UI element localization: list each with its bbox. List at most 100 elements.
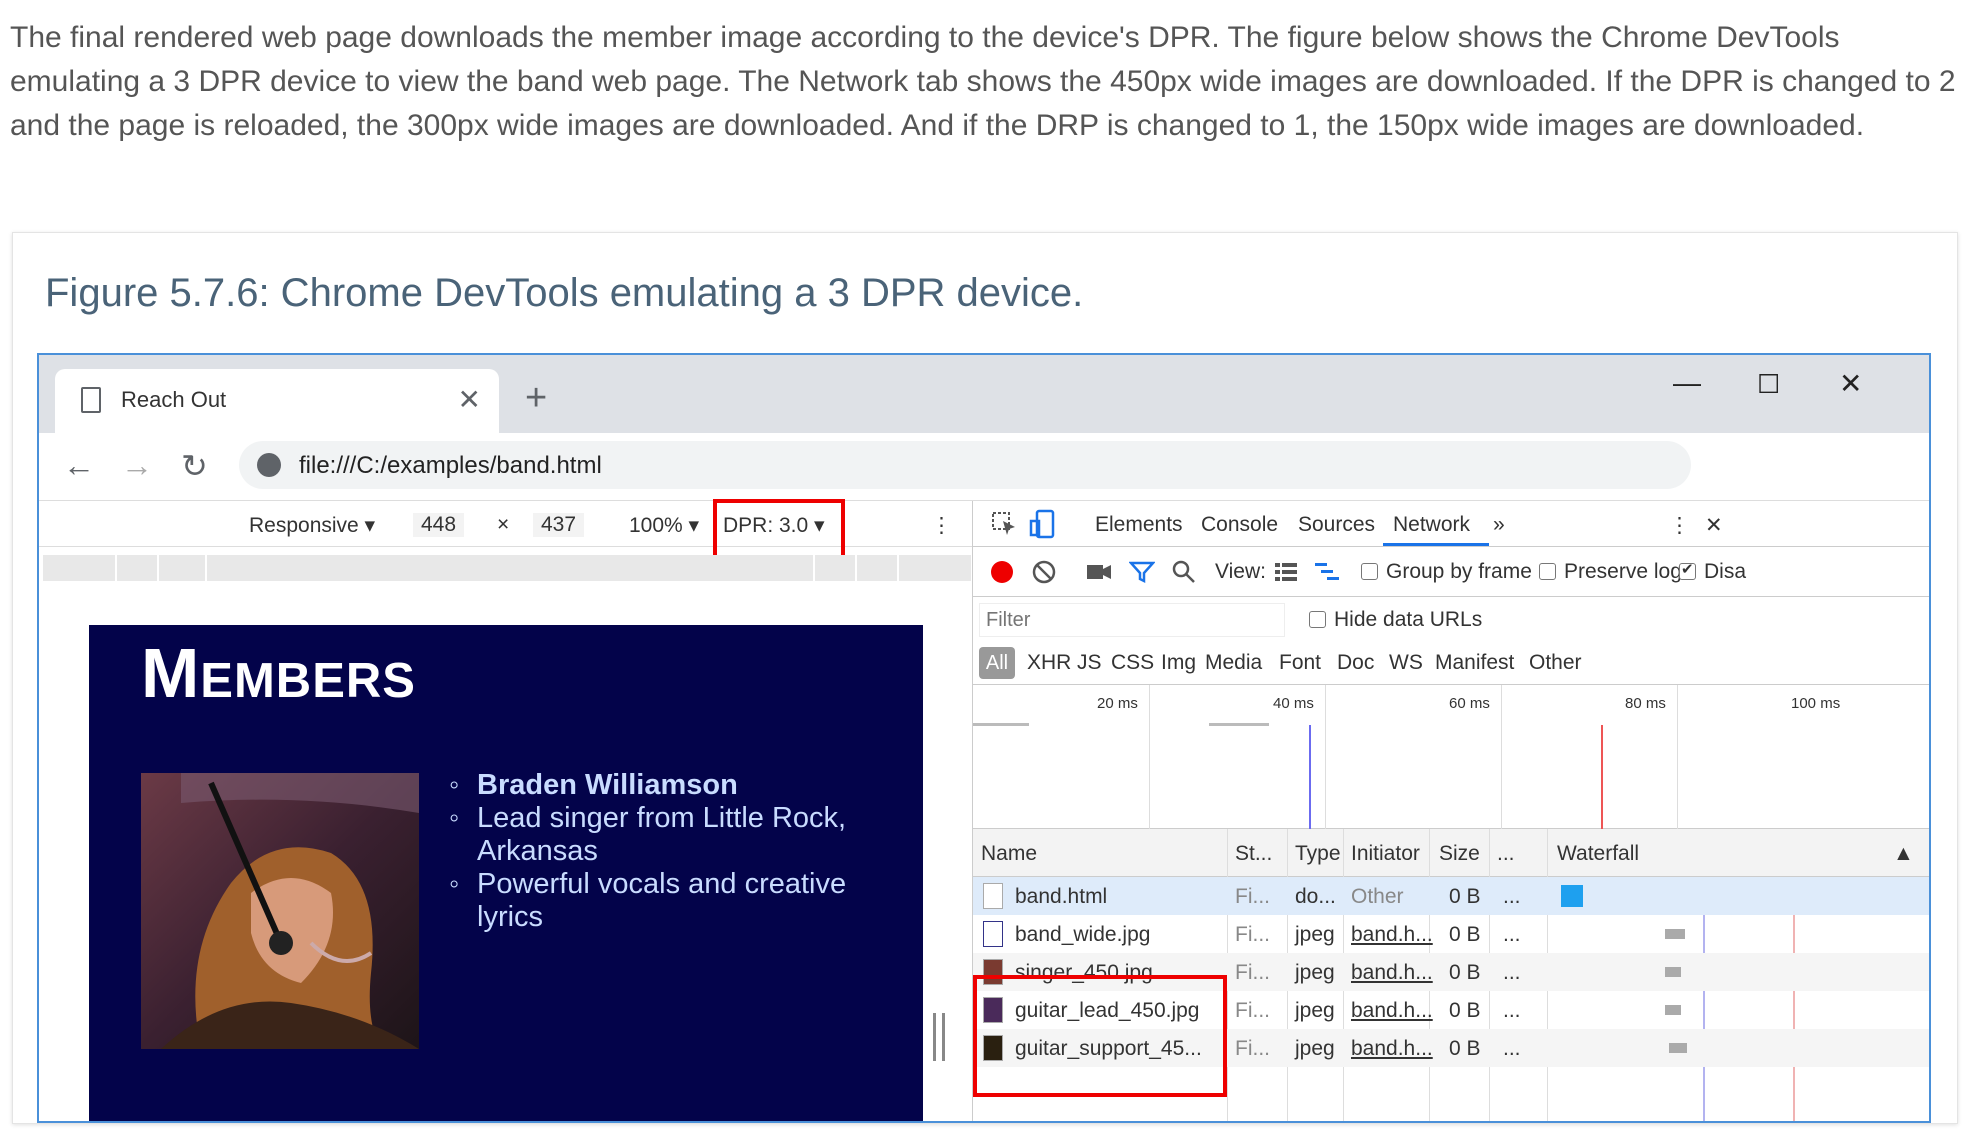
devtools-close-icon[interactable]: ✕ — [1705, 513, 1723, 538]
col-status[interactable]: St... — [1235, 842, 1272, 866]
preserve-log-checkbox[interactable] — [1539, 563, 1556, 580]
filter-all[interactable]: All — [979, 647, 1015, 679]
figure-caption: Figure 5.7.6: Chrome DevTools emulating … — [45, 271, 1084, 315]
filter-ws[interactable]: WS — [1389, 651, 1423, 675]
request-size: 0 B — [1449, 1037, 1481, 1060]
figure-card: Figure 5.7.6: Chrome DevTools emulating … — [12, 232, 1958, 1124]
emulated-viewport: Responsive ▾ 448 × 437 100% ▾ DPR: 3.0 ▾… — [39, 499, 973, 1121]
preserve-log-option[interactable]: Preserve log — [1539, 560, 1682, 584]
device-toolbar: Responsive ▾ 448 × 437 100% ▾ DPR: 3.0 ▾… — [39, 499, 972, 561]
search-icon[interactable] — [1171, 559, 1197, 585]
request-initiator: Other — [1351, 885, 1404, 908]
maximize-button[interactable]: ☐ — [1757, 369, 1780, 400]
new-tab-button[interactable]: + — [525, 377, 547, 420]
forward-arrow-icon[interactable]: → — [121, 447, 153, 484]
request-more: ... — [1503, 1037, 1521, 1060]
address-toolbar: ← → ↻ file:///C:/examples/band.html — [39, 433, 1929, 501]
device-toolbar-icon[interactable] — [1029, 509, 1055, 539]
device-mode-select[interactable]: Responsive ▾ — [249, 513, 375, 538]
devtools-menu-icon[interactable]: ⋮ — [1669, 513, 1690, 538]
tab-title: Reach Out — [121, 387, 227, 412]
intro-paragraph: The final rendered web page downloads th… — [10, 21, 1956, 142]
width-input[interactable]: 448 — [413, 513, 465, 537]
col-name[interactable]: Name — [981, 842, 1037, 866]
col-initiator[interactable]: Initiator — [1351, 842, 1420, 866]
disable-cache-checkbox[interactable] — [1679, 560, 1696, 580]
table-row[interactable]: band.html Fi... do... Other 0 B ... — [973, 877, 1929, 915]
resource-type-filters: All XHR JS CSS Img Media Font Doc WS Man… — [973, 641, 1929, 685]
overview-bar — [1209, 723, 1269, 726]
waterfall-bar — [1665, 1005, 1681, 1015]
tab-console[interactable]: Console — [1201, 513, 1278, 537]
clear-icon[interactable] — [1031, 559, 1057, 585]
record-icon[interactable] — [989, 559, 1015, 585]
window-close-button[interactable]: ✕ — [1839, 367, 1862, 400]
group-by-frame-option[interactable]: Group by frame — [1361, 560, 1532, 584]
request-initiator-link[interactable]: band.h... — [1351, 999, 1433, 1023]
disable-cache-option[interactable]: Disa — [1679, 560, 1746, 584]
col-type[interactable]: Type — [1295, 842, 1341, 866]
tab-close-icon[interactable]: ✕ — [458, 383, 481, 416]
waterfall-bar — [1665, 967, 1681, 977]
waterfall-overview-icon[interactable] — [1313, 561, 1341, 583]
back-arrow-icon[interactable]: ← — [63, 447, 95, 484]
disable-cache-label: Disa — [1704, 560, 1747, 583]
request-size: 0 B — [1449, 961, 1481, 984]
group-by-frame-checkbox[interactable] — [1361, 563, 1378, 580]
hide-data-urls-checkbox[interactable] — [1309, 611, 1326, 628]
tab-sources[interactable]: Sources — [1298, 513, 1375, 537]
network-toolbar: View: Group by frame Preserve log Disa — [973, 547, 1929, 597]
request-more: ... — [1503, 961, 1521, 984]
sort-ascending-icon[interactable]: ▲ — [1893, 842, 1914, 866]
screenshot-camera-icon[interactable] — [1085, 561, 1113, 583]
filter-input[interactable] — [979, 603, 1285, 637]
more-tabs-icon[interactable]: » — [1493, 513, 1505, 537]
browser-tab[interactable]: Reach Out ✕ — [55, 369, 499, 433]
filter-doc[interactable]: Doc — [1337, 651, 1374, 675]
filter-manifest[interactable]: Manifest — [1435, 651, 1514, 675]
filter-css[interactable]: CSS — [1111, 651, 1154, 675]
filter-media[interactable]: Media — [1205, 651, 1262, 675]
request-size: 0 B — [1449, 923, 1481, 946]
filter-xhr[interactable]: XHR — [1027, 651, 1071, 675]
member-name: Braden Williamson — [449, 769, 889, 802]
request-initiator-link[interactable]: band.h... — [1351, 961, 1433, 985]
filter-img[interactable]: Img — [1161, 651, 1196, 675]
dpr-highlight-box — [713, 499, 845, 561]
resize-handle[interactable] — [933, 1013, 945, 1061]
hide-data-urls-option[interactable]: Hide data URLs — [1309, 608, 1482, 632]
request-more: ... — [1503, 999, 1521, 1022]
minimize-button[interactable]: — — [1673, 367, 1701, 399]
request-initiator-link[interactable]: band.h... — [1351, 923, 1433, 947]
member-traits: Powerful vocals and creative lyrics — [449, 868, 889, 934]
col-waterfall[interactable]: Waterfall — [1557, 842, 1639, 866]
singer-photo — [141, 773, 419, 1049]
active-tab-indicator — [1383, 543, 1489, 546]
col-more[interactable]: ... — [1497, 842, 1515, 866]
tab-elements[interactable]: Elements — [1095, 513, 1183, 537]
large-rows-icon[interactable] — [1273, 561, 1299, 583]
address-bar[interactable]: file:///C:/examples/band.html — [239, 441, 1691, 489]
inspect-element-icon[interactable] — [991, 511, 1017, 537]
table-row[interactable]: band_wide.jpg Fi... jpeg band.h... 0 B .… — [973, 915, 1929, 953]
filter-js[interactable]: JS — [1077, 651, 1102, 675]
device-more-icon[interactable]: ⋮ — [931, 513, 952, 538]
view-label: View: — [1215, 560, 1266, 583]
filter-other[interactable]: Other — [1529, 651, 1582, 675]
height-input[interactable]: 437 — [533, 513, 585, 537]
request-size: 0 B — [1449, 999, 1481, 1022]
filter-icon[interactable] — [1129, 559, 1155, 585]
zoom-select[interactable]: 100% ▾ — [629, 513, 699, 538]
tick-label: 100 ms — [1791, 695, 1841, 712]
request-status: Fi... — [1235, 885, 1270, 908]
tab-network[interactable]: Network — [1393, 513, 1470, 537]
load-event-line — [1601, 725, 1603, 829]
filter-row: Hide data URLs — [973, 597, 1929, 643]
reload-icon[interactable]: ↻ — [181, 447, 208, 485]
filter-font[interactable]: Font — [1279, 651, 1321, 675]
tab-strip: Reach Out ✕ + — ☐ ✕ — [39, 355, 1929, 433]
request-initiator-link[interactable]: band.h... — [1351, 1037, 1433, 1061]
timeline-overview: 20 ms 40 ms 60 ms 80 ms 100 ms — [973, 685, 1929, 829]
request-status: Fi... — [1235, 999, 1270, 1022]
col-size[interactable]: Size — [1439, 842, 1480, 866]
